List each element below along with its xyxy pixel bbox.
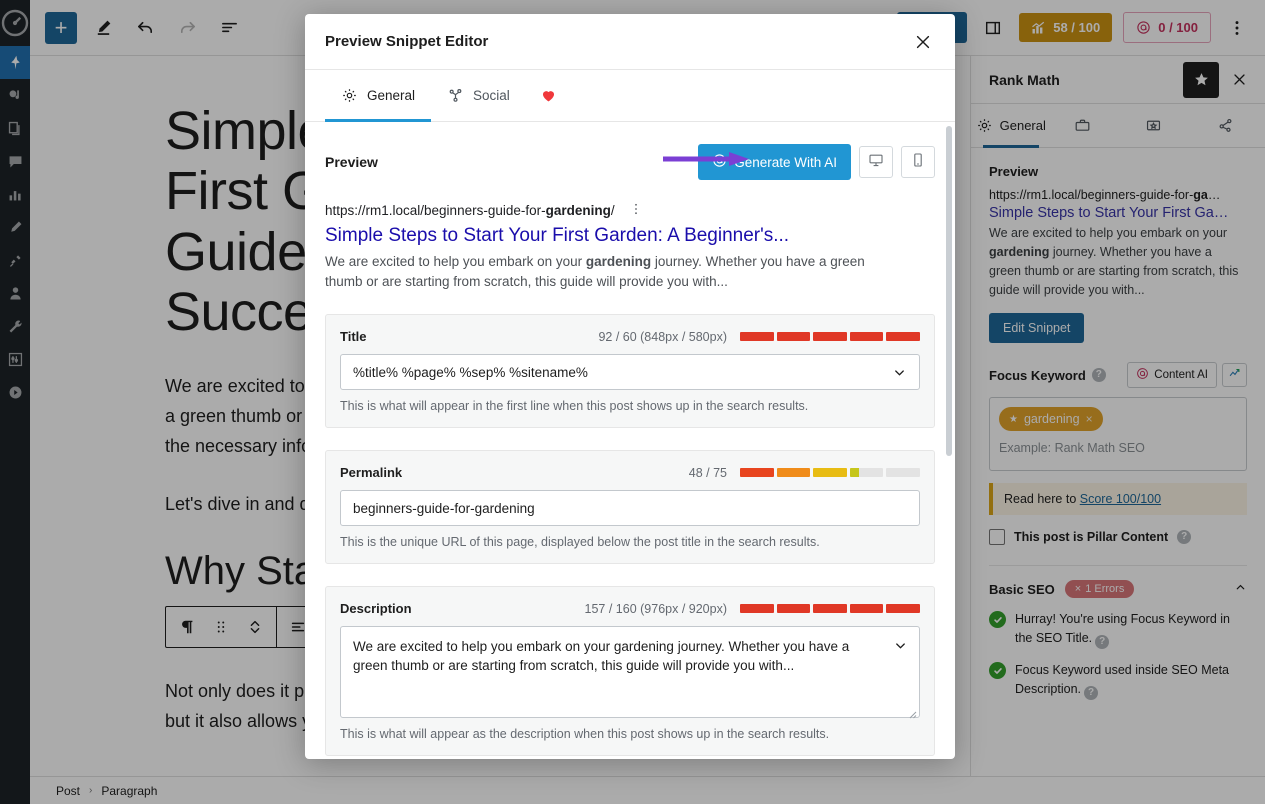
description-textarea-value: We are excited to help you embark on you…	[353, 639, 850, 673]
tab-general[interactable]: General	[325, 70, 432, 122]
permalink-field-hint: This is the unique URL of this page, dis…	[340, 535, 820, 549]
score-bar-segment	[740, 604, 774, 613]
score-bar-segment	[849, 468, 884, 477]
mobile-icon	[910, 152, 926, 173]
chevron-down-icon[interactable]	[892, 365, 907, 380]
close-icon[interactable]	[905, 24, 941, 60]
favorite-heart-icon[interactable]	[526, 70, 571, 121]
serp-menu-icon[interactable]	[629, 202, 643, 218]
score-bar-segment	[886, 604, 920, 613]
desktop-icon	[868, 152, 884, 173]
title-input-value: %title% %page% %sep% %sitename%	[353, 364, 588, 380]
resize-grip-icon[interactable]	[907, 705, 917, 719]
serp-preview: https://rm1.local/beginners-guide-for-ga…	[325, 202, 935, 292]
desktop-preview-button[interactable]	[859, 146, 893, 178]
permalink-field-label: Permalink	[340, 465, 403, 480]
score-bar-segment	[813, 468, 847, 477]
description-score-bar	[740, 604, 920, 613]
permalink-field-card: Permalink 48 / 75 beginners-guide-for-ga…	[325, 450, 935, 564]
title-input[interactable]: %title% %page% %sep% %sitename%	[340, 354, 920, 390]
score-bar-segment	[886, 468, 920, 477]
preview-toolbar: Preview Generate With AI	[325, 144, 935, 180]
score-bar-segment	[776, 468, 811, 477]
permalink-input[interactable]: beginners-guide-for-gardening	[340, 490, 920, 526]
serp-url: https://rm1.local/beginners-guide-for-ga…	[325, 202, 615, 218]
modal-header: Preview Snippet Editor	[305, 14, 955, 70]
tab-general-label: General	[367, 88, 416, 103]
score-bar-segment	[886, 332, 920, 341]
permalink-char-count: 48 / 75	[688, 465, 727, 480]
description-textarea[interactable]: We are excited to help you embark on you…	[340, 626, 920, 719]
title-field-hint: This is what will appear in the first li…	[340, 399, 809, 413]
preview-label: Preview	[325, 154, 378, 170]
serp-description: We are excited to help you embark on you…	[325, 254, 865, 289]
score-bar-segment	[849, 332, 884, 341]
description-char-count: 157 / 160 (976px / 920px)	[584, 601, 727, 616]
description-field-label: Description	[340, 601, 412, 616]
title-score-bar	[740, 332, 920, 341]
title-char-count: 92 / 60 (848px / 580px)	[598, 329, 727, 344]
score-bar-segment	[813, 332, 847, 341]
serp-title[interactable]: Simple Steps to Start Your First Garden:…	[325, 225, 935, 247]
tab-social-label: Social	[473, 88, 510, 103]
description-field-card: Description 157 / 160 (976px / 920px) We…	[325, 586, 935, 756]
gear-icon	[341, 87, 358, 104]
modal-body: Preview Generate With AI https://rm1.loc…	[305, 122, 955, 759]
score-bar-segment	[776, 604, 811, 613]
score-bar-segment	[740, 332, 774, 341]
modal-title: Preview Snippet Editor	[325, 33, 489, 50]
title-field-label: Title	[340, 329, 367, 344]
score-bar-segment	[740, 468, 774, 477]
title-field-card: Title 92 / 60 (848px / 580px) %title% %p…	[325, 314, 935, 428]
chevron-down-icon[interactable]	[893, 638, 908, 653]
description-field-hint: This is what will appear as the descript…	[340, 727, 830, 741]
share-icon	[447, 87, 464, 104]
annotation-arrow-icon	[663, 152, 749, 166]
score-bar-segment	[813, 604, 847, 613]
permalink-score-bar	[740, 468, 920, 477]
score-bar-segment	[849, 604, 884, 613]
tab-social[interactable]: Social	[431, 70, 526, 121]
preview-snippet-editor-modal[interactable]: Preview Snippet Editor General Social Pr…	[305, 14, 955, 759]
mobile-preview-button[interactable]	[901, 146, 935, 178]
score-bar-segment	[776, 332, 811, 341]
modal-tabs[interactable]: General Social	[305, 70, 955, 122]
modal-scrollbar[interactable]	[946, 126, 952, 456]
permalink-input-value: beginners-guide-for-gardening	[353, 500, 535, 516]
